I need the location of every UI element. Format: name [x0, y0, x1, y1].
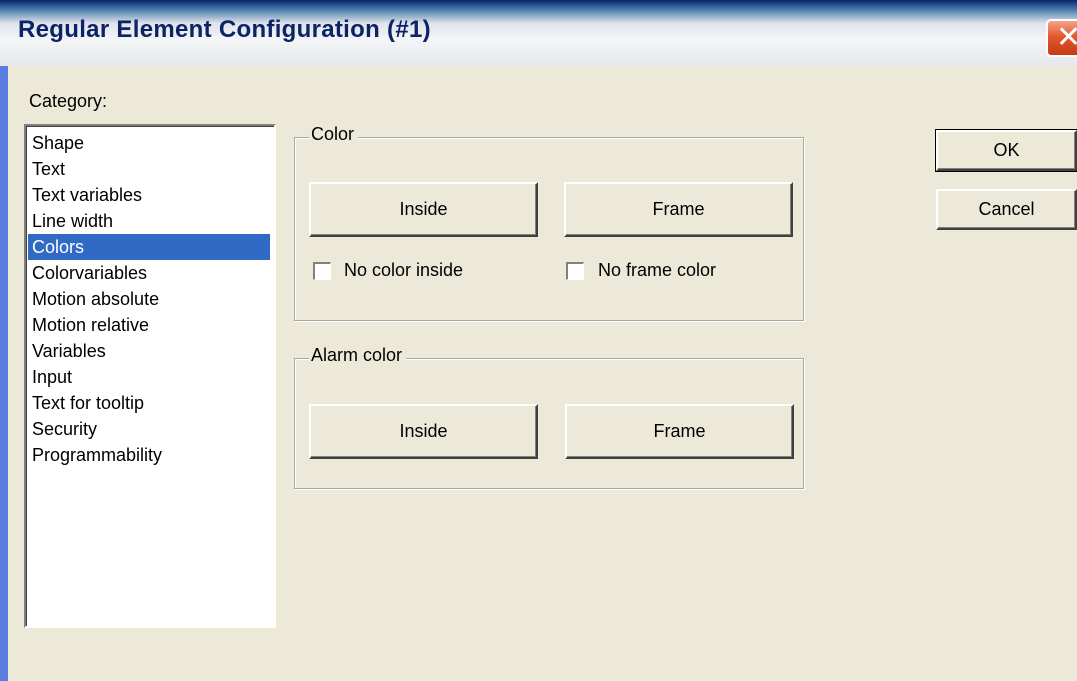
dialog-content: Category: Shape Text Text variables Line…	[8, 66, 1077, 681]
color-group-title: Color	[309, 124, 359, 145]
color-frame-button[interactable]: Frame	[564, 182, 793, 237]
category-item-colors[interactable]: Colors	[28, 234, 270, 260]
dialog-window: Regular Element Configuration (#1) ✕ Cat…	[0, 0, 1077, 681]
category-item-line-width[interactable]: Line width	[28, 208, 270, 234]
category-item-variables[interactable]: Variables	[28, 338, 270, 364]
category-item-input[interactable]: Input	[28, 364, 270, 390]
category-item-text-variables[interactable]: Text variables	[28, 182, 270, 208]
close-button[interactable]: ✕	[1046, 19, 1077, 57]
cancel-button[interactable]: Cancel	[936, 189, 1077, 230]
close-icon: ✕	[1056, 20, 1077, 55]
cancel-button-label: Cancel	[978, 199, 1035, 219]
color-inside-button-label: Inside	[399, 199, 448, 219]
window-frame-left	[0, 66, 8, 681]
alarm-frame-button-label: Frame	[653, 421, 706, 441]
category-item-programmability[interactable]: Programmability	[28, 442, 270, 468]
category-item-motion-absolute[interactable]: Motion absolute	[28, 286, 270, 312]
category-item-text-for-tooltip[interactable]: Text for tooltip	[28, 390, 270, 416]
alarm-inside-button-label: Inside	[399, 421, 448, 441]
color-frame-button-label: Frame	[652, 199, 705, 219]
category-list[interactable]: Shape Text Text variables Line width Col…	[24, 124, 276, 628]
ok-button[interactable]: OK	[935, 129, 1077, 172]
category-item-motion-relative[interactable]: Motion relative	[28, 312, 270, 338]
no-color-inside-label[interactable]: No color inside	[344, 260, 463, 281]
title-bar[interactable]: Regular Element Configuration (#1) ✕	[0, 0, 1077, 66]
no-color-inside-checkbox[interactable]	[313, 262, 331, 280]
category-item-shape[interactable]: Shape	[28, 130, 270, 156]
category-item-colorvariables[interactable]: Colorvariables	[28, 260, 270, 286]
color-inside-button[interactable]: Inside	[309, 182, 538, 237]
alarm-frame-button[interactable]: Frame	[565, 404, 794, 459]
category-item-text[interactable]: Text	[28, 156, 270, 182]
alarm-inside-button[interactable]: Inside	[309, 404, 538, 459]
no-frame-color-label[interactable]: No frame color	[598, 260, 716, 281]
window-title: Regular Element Configuration (#1)	[18, 16, 431, 43]
no-frame-color-checkbox[interactable]	[566, 262, 584, 280]
alarm-color-group-title: Alarm color	[309, 345, 407, 366]
category-label: Category:	[29, 91, 108, 111]
ok-button-label: OK	[993, 140, 1020, 160]
category-item-security[interactable]: Security	[28, 416, 270, 442]
